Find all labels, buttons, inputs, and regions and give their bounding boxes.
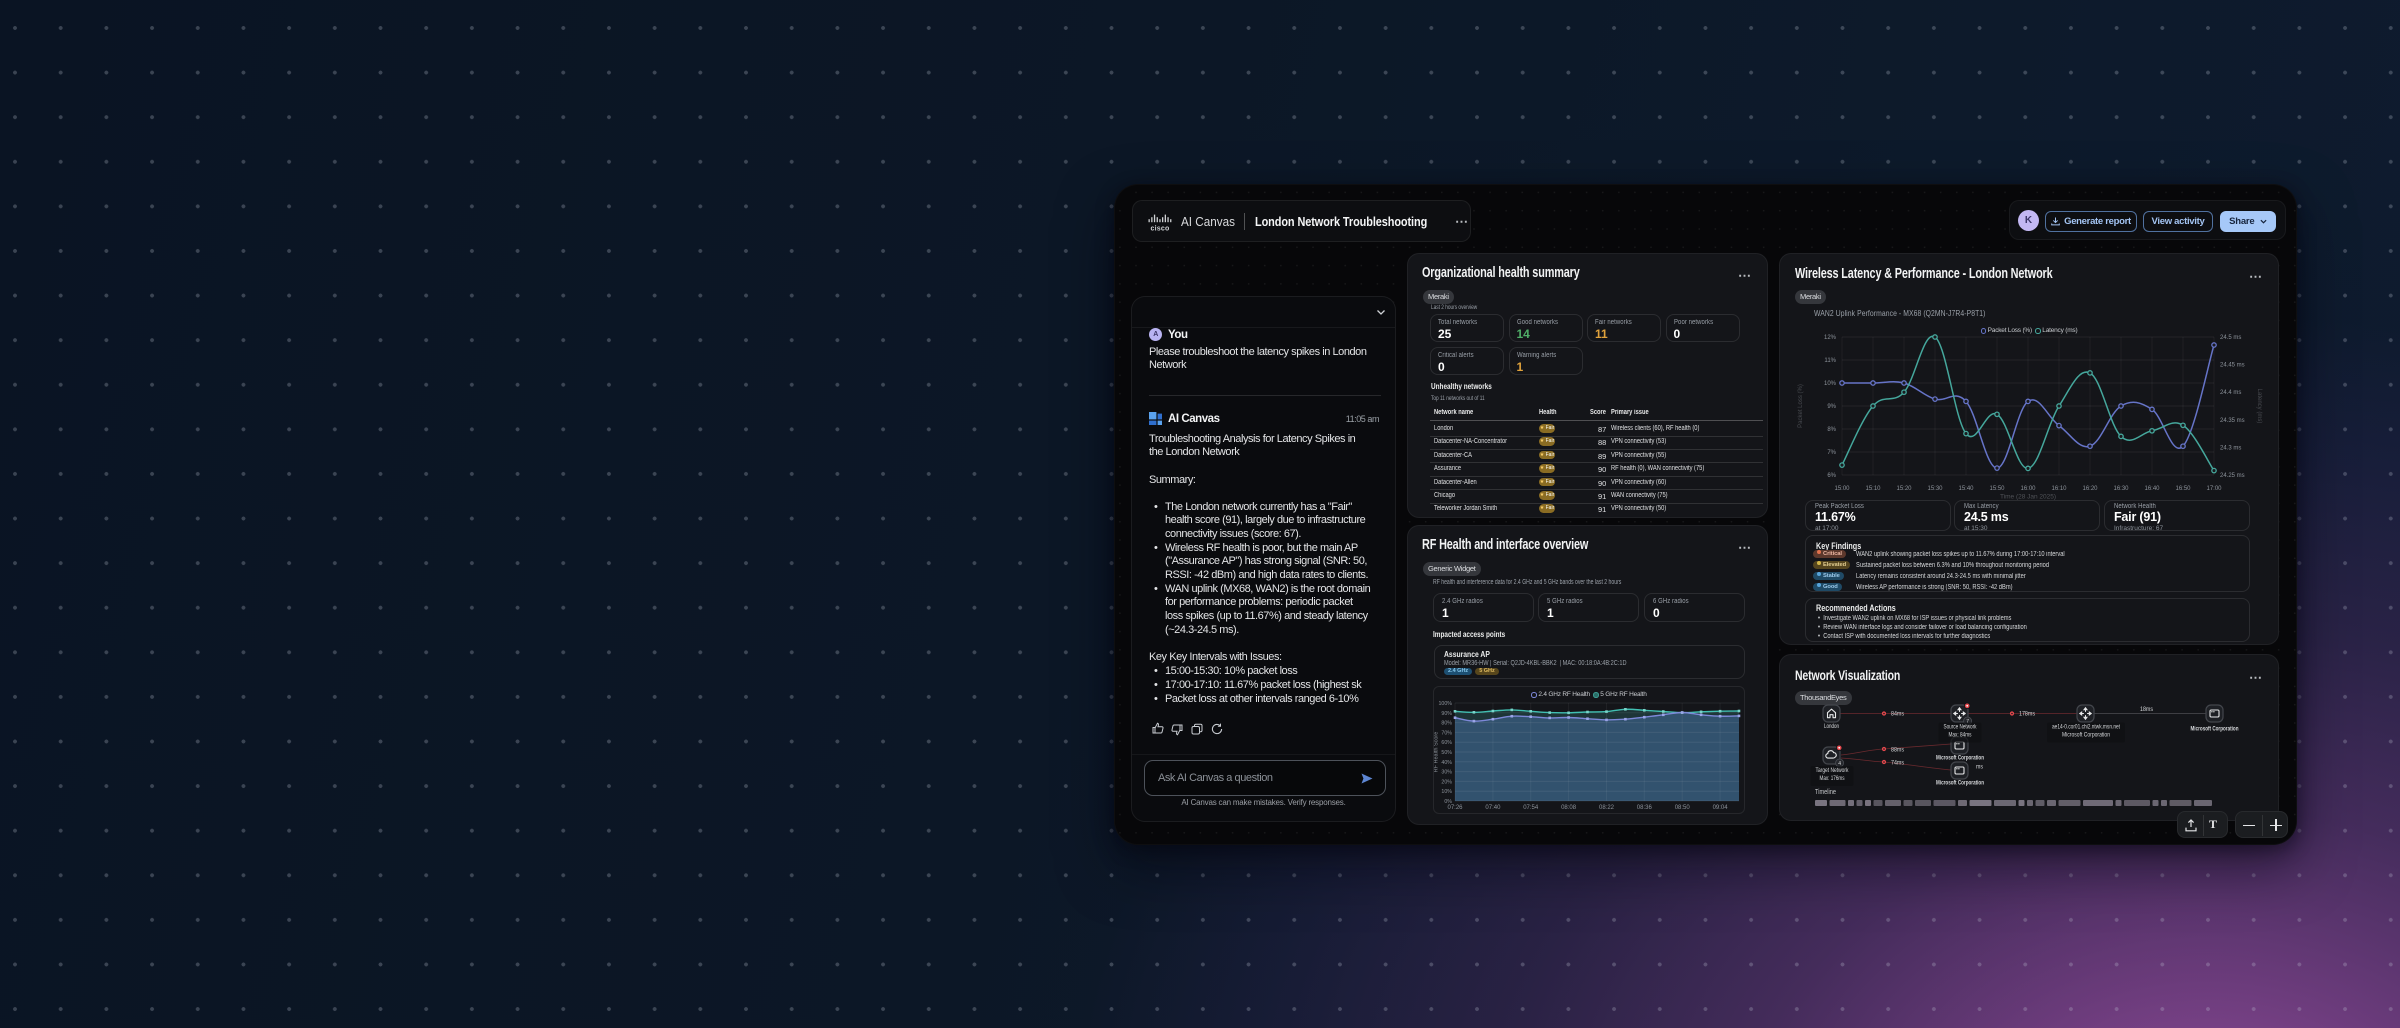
svg-text:84ms: 84ms [1891, 712, 1904, 718]
svg-text:16:00: 16:00 [2020, 486, 2036, 492]
svg-text:10%: 10% [1441, 789, 1452, 795]
svg-text:60%: 60% [1441, 740, 1452, 746]
svg-text:Microsoft Corporation: Microsoft Corporation [2062, 733, 2110, 739]
svg-text:16:10: 16:10 [2051, 486, 2067, 492]
svg-text:90%: 90% [1441, 711, 1452, 717]
svg-text:178ms: 178ms [2019, 712, 2035, 718]
svg-text:15:30: 15:30 [1927, 486, 1943, 492]
svg-text:ae14-0.cor01.chi2.ntwk.msn.net: ae14-0.cor01.chi2.ntwk.msn.net [2052, 725, 2120, 731]
svg-text:24.45 ms: 24.45 ms [2220, 363, 2245, 369]
svg-text:Max: 84ms: Max: 84ms [1949, 733, 1972, 739]
svg-text:09:04: 09:04 [1713, 805, 1729, 811]
svg-text:16:50: 16:50 [2175, 486, 2191, 492]
svg-text:24.5 ms: 24.5 ms [2220, 335, 2241, 341]
svg-text:Max: 176ms: Max: 176ms [1820, 776, 1845, 782]
svg-text:London: London [1824, 724, 1839, 730]
svg-text:Microsoft Corporation: Microsoft Corporation [1936, 756, 1984, 762]
svg-text:15:40: 15:40 [1958, 486, 1974, 492]
svg-text:70%: 70% [1441, 730, 1452, 736]
svg-text:24.4 ms: 24.4 ms [2220, 390, 2241, 396]
svg-text:08:50: 08:50 [1675, 805, 1691, 811]
svg-text:11%: 11% [1824, 358, 1836, 364]
svg-text:16:40: 16:40 [2144, 486, 2160, 492]
svg-text:16:30: 16:30 [2113, 486, 2129, 492]
svg-text:9%: 9% [1827, 404, 1836, 410]
svg-text:08:08: 08:08 [1561, 805, 1577, 811]
svg-text:7%: 7% [1827, 450, 1836, 456]
svg-text:Packet Loss (%): Packet Loss (%) [1798, 384, 1804, 428]
svg-text:20%: 20% [1441, 779, 1452, 785]
svg-text:07:40: 07:40 [1485, 805, 1501, 811]
svg-text:Microsoft Corporation: Microsoft Corporation [2191, 727, 2239, 733]
svg-text:74ms: 74ms [1891, 761, 1904, 767]
svg-text:12%: 12% [1824, 335, 1837, 341]
svg-text:cisco: cisco [1151, 226, 1170, 233]
svg-text:88ms: 88ms [1891, 748, 1904, 754]
svg-text:15:10: 15:10 [1865, 486, 1881, 492]
svg-text:RF Health Score: RF Health Score [1434, 732, 1440, 773]
svg-text:17:00: 17:00 [2206, 486, 2222, 492]
svg-text:Latency (ms): Latency (ms) [2256, 389, 2262, 424]
svg-text:8%: 8% [1827, 427, 1836, 433]
svg-text:18ms: 18ms [2140, 707, 2153, 713]
svg-text:16:20: 16:20 [2082, 486, 2098, 492]
svg-text:Timeline: Timeline [1815, 789, 1836, 796]
svg-text:Microsoft Corporation: Microsoft Corporation [1936, 781, 1984, 787]
svg-text:Target Network: Target Network [1816, 768, 1850, 774]
svg-text:15:50: 15:50 [1989, 486, 2005, 492]
svg-text:24.25 ms: 24.25 ms [2220, 473, 2245, 479]
svg-text:07:54: 07:54 [1523, 805, 1539, 811]
svg-text:10%: 10% [1824, 381, 1837, 387]
svg-text:100%: 100% [1438, 701, 1452, 707]
svg-text:08:36: 08:36 [1637, 805, 1653, 811]
svg-text:80%: 80% [1441, 721, 1452, 727]
svg-text:24.3 ms: 24.3 ms [2220, 445, 2241, 451]
svg-text:Source Network: Source Network [1944, 725, 1978, 731]
svg-text:30%: 30% [1441, 770, 1452, 776]
svg-text:ms: ms [1976, 765, 1983, 771]
svg-text:6%: 6% [1827, 473, 1836, 479]
svg-text:15:20: 15:20 [1896, 486, 1912, 492]
svg-text:15:00: 15:00 [1834, 486, 1850, 492]
svg-text:07:26: 07:26 [1447, 805, 1463, 811]
svg-text:40%: 40% [1441, 760, 1452, 766]
svg-text:24.35 ms: 24.35 ms [2220, 418, 2245, 424]
svg-text:08:22: 08:22 [1599, 805, 1615, 811]
svg-text:50%: 50% [1441, 750, 1452, 756]
